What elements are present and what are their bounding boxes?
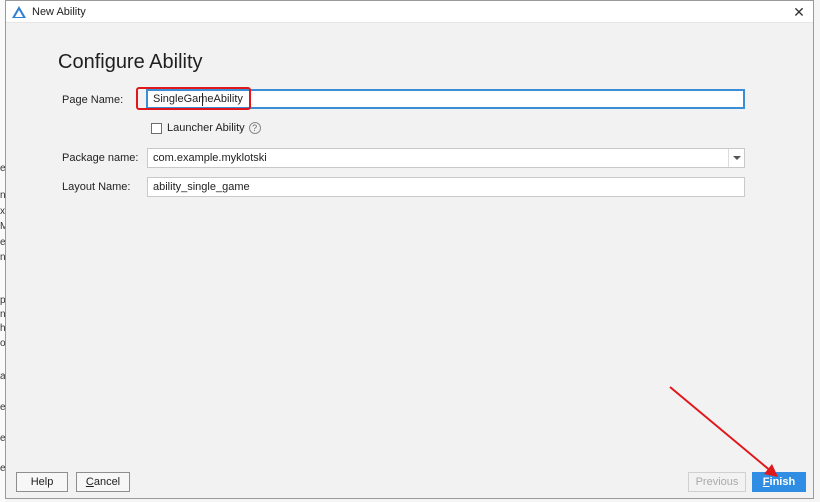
- text-caret: [202, 93, 203, 106]
- layout-name-input[interactable]: ability_single_game: [147, 177, 745, 197]
- cancel-mnemonic: C: [85, 476, 94, 488]
- finish-mnemonic: F: [762, 476, 770, 488]
- page-name-value: SingleGameAbility: [153, 93, 243, 105]
- new-ability-dialog: New Ability ✕ Configure Ability Page Nam…: [5, 0, 814, 499]
- finish-button[interactable]: Finish: [752, 472, 806, 492]
- page-name-input[interactable]: SingleGameAbility: [146, 89, 745, 109]
- previous-button[interactable]: Previous: [688, 472, 746, 492]
- help-button[interactable]: Help: [16, 472, 68, 492]
- launcher-ability-row: Launcher Ability ?: [151, 122, 261, 134]
- package-name-label: Package name:: [62, 152, 139, 164]
- chevron-down-icon[interactable]: [728, 149, 744, 167]
- package-name-value: com.example.myklotski: [153, 152, 267, 164]
- title-bar: New Ability: [6, 1, 813, 23]
- question-circle-icon[interactable]: ?: [248, 122, 261, 134]
- close-icon[interactable]: ✕: [791, 4, 807, 20]
- harmony-app-icon: [12, 5, 26, 18]
- window-title: New Ability: [32, 5, 86, 18]
- finish-label-rest: inish: [769, 476, 796, 488]
- package-name-select[interactable]: com.example.myklotski: [147, 148, 745, 168]
- launcher-ability-label: Launcher Ability: [167, 122, 245, 134]
- layout-name-value: ability_single_game: [153, 181, 250, 193]
- page-title: Configure Ability: [58, 51, 203, 73]
- cancel-button[interactable]: Cancel: [76, 472, 130, 492]
- launcher-ability-checkbox[interactable]: [151, 122, 162, 134]
- cancel-label-rest: ancel: [93, 476, 121, 488]
- layout-name-label: Layout Name:: [62, 181, 131, 193]
- page-name-label: Page Name:: [62, 94, 124, 106]
